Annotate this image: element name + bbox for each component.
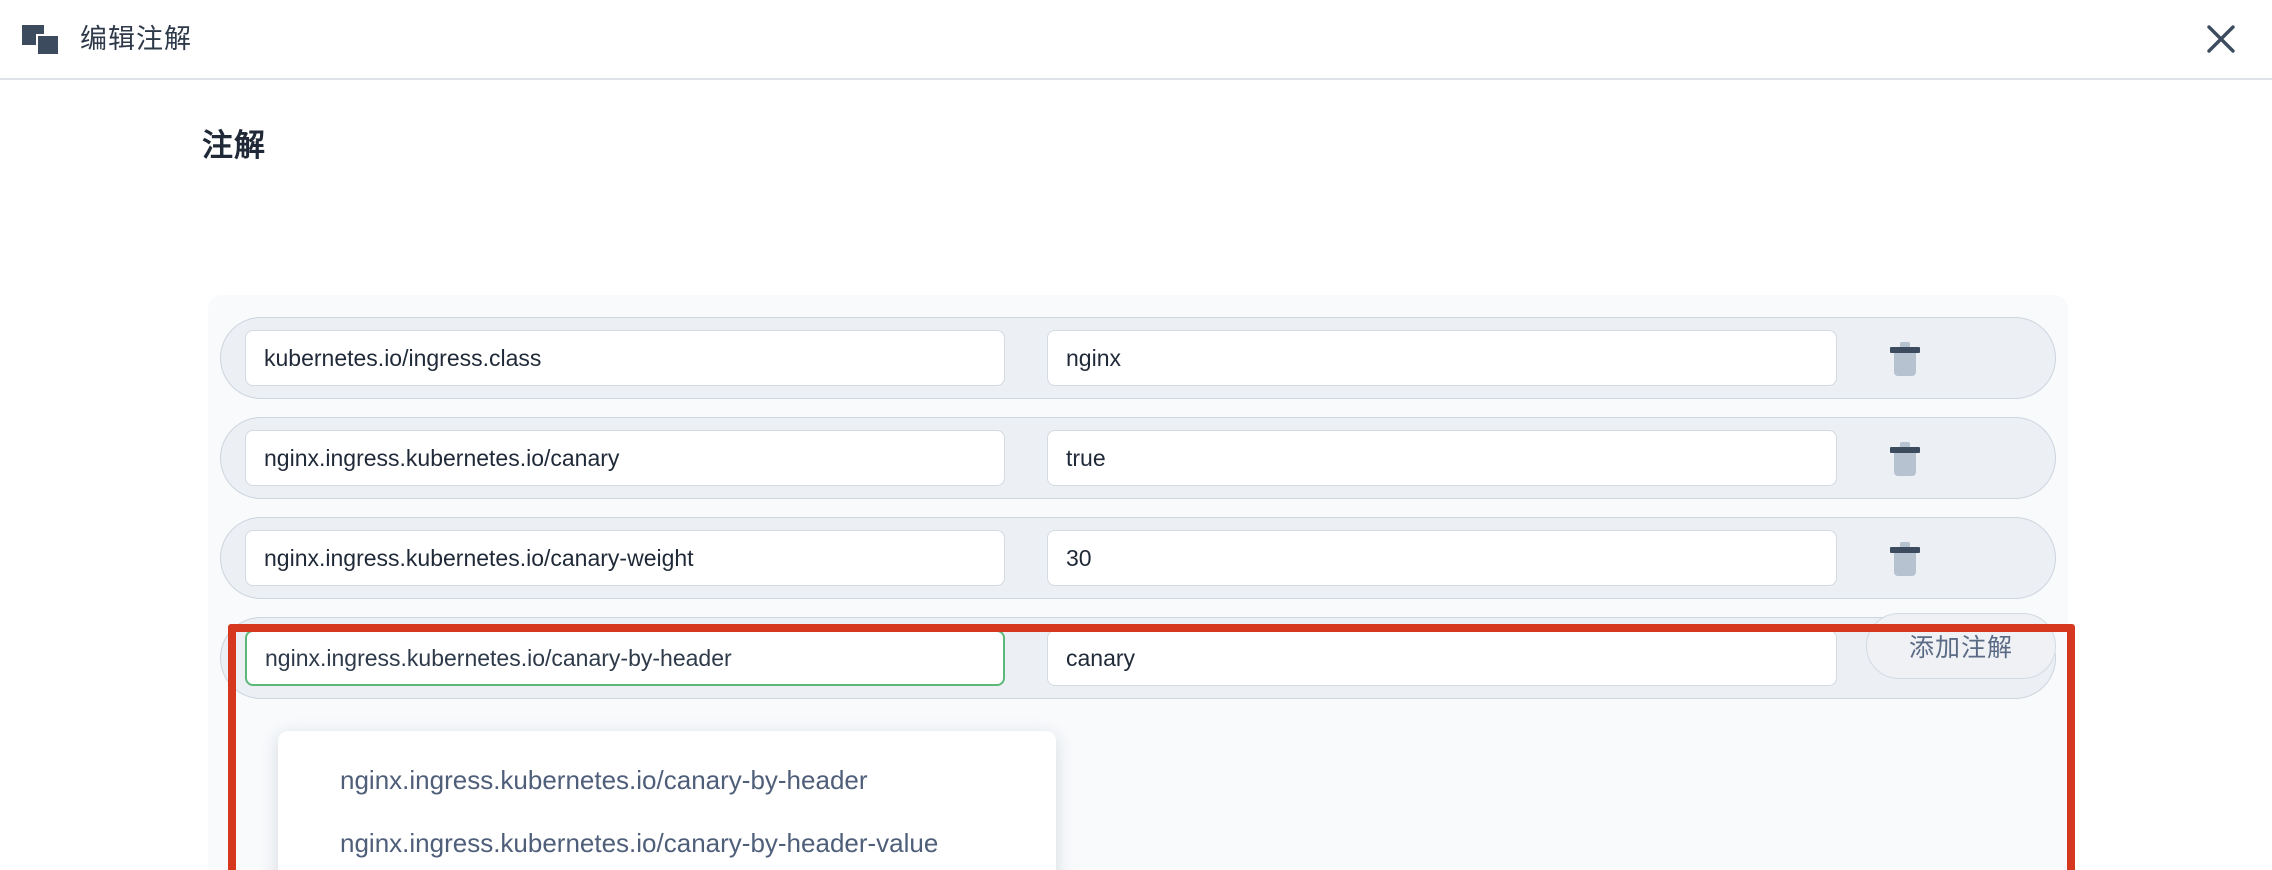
close-icon[interactable] [2198, 16, 2244, 62]
delete-annotation-button[interactable] [1865, 330, 1945, 386]
table-row: nginx.ingress.kubernetes.io/canary true [220, 417, 2056, 499]
annotation-value-input[interactable]: true [1047, 430, 1837, 486]
list-item[interactable]: nginx.ingress.kubernetes.io/canary-by-he… [278, 812, 1056, 870]
dialog-header: 编辑注解 [0, 0, 2272, 80]
add-annotation-button[interactable]: 添加注解 [1866, 613, 2056, 679]
trash-icon [1890, 340, 1920, 376]
page-title: 注解 [202, 128, 266, 163]
annotation-key-input[interactable]: nginx.ingress.kubernetes.io/canary [245, 430, 1005, 486]
layers-icon [22, 25, 58, 55]
table-row: kubernetes.io/ingress.class nginx [220, 317, 2056, 399]
dialog-body: 注解 kubernetes.io/ingress.class nginx ngi… [0, 80, 2272, 870]
trash-icon [1890, 540, 1920, 576]
trash-icon [1890, 440, 1920, 476]
annotation-key-input[interactable]: kubernetes.io/ingress.class [245, 330, 1005, 386]
table-row: nginx.ingress.kubernetes.io/canary-weigh… [220, 517, 2056, 599]
dialog-title: 编辑注解 [80, 23, 192, 54]
delete-annotation-button[interactable] [1865, 430, 1945, 486]
list-item[interactable]: nginx.ingress.kubernetes.io/canary-by-he… [278, 749, 1056, 812]
close-glyph [2207, 25, 2235, 53]
delete-annotation-button[interactable] [1865, 530, 1945, 586]
add-annotation-row: 添加注解 [220, 613, 2056, 679]
annotation-key-input[interactable]: nginx.ingress.kubernetes.io/canary-weigh… [245, 530, 1005, 586]
autocomplete-dropdown: nginx.ingress.kubernetes.io/canary-by-he… [278, 731, 1056, 870]
annotation-value-input[interactable]: nginx [1047, 330, 1837, 386]
annotation-value-input[interactable]: 30 [1047, 530, 1837, 586]
